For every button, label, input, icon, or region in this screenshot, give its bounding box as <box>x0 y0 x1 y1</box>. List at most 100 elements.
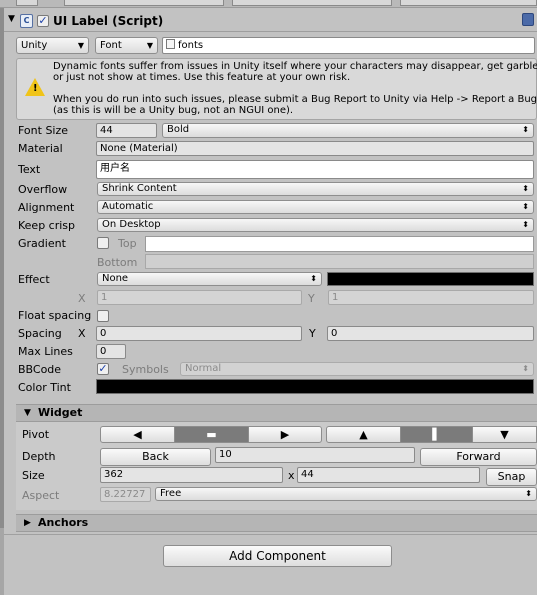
float-spacing-label: Float spacing <box>18 309 92 322</box>
snap-button[interactable]: Snap <box>486 468 537 486</box>
pivot-right-button[interactable]: ▶ <box>248 426 322 443</box>
alignment-popup[interactable]: Automatic ⬍ <box>97 200 534 214</box>
font-source-popup[interactable]: Unity ▼ <box>16 37 89 54</box>
keep-crisp-value: On Desktop <box>102 219 161 230</box>
chevron-updown-icon: ⬍ <box>522 220 529 229</box>
aspect-mode-value: Free <box>160 488 182 499</box>
material-label: Material <box>18 142 63 155</box>
effect-x-field[interactable]: 1 <box>97 290 302 305</box>
keep-crisp-label: Keep crisp <box>18 219 76 232</box>
aspect-field[interactable]: 8.22727 <box>100 487 151 502</box>
size-x-label: x <box>288 469 295 482</box>
font-type-value: Font <box>100 40 122 51</box>
depth-field[interactable]: 10 <box>215 447 415 463</box>
symbols-value: Normal <box>185 363 222 374</box>
arrow-left-icon: ◀ <box>133 428 142 441</box>
spacing-y-label: Y <box>309 327 316 340</box>
arrow-right-icon: ▶ <box>280 428 290 441</box>
top-strip-field-3[interactable] <box>232 0 392 6</box>
anchors-header-label: Anchors <box>38 516 89 529</box>
depth-back-button[interactable]: Back <box>100 448 211 466</box>
top-strip-field-2[interactable] <box>64 0 224 6</box>
symbols-popup[interactable]: Normal ⬍ <box>180 362 534 376</box>
font-style-value: Bold <box>167 124 190 135</box>
text-area[interactable]: 用户名 <box>96 160 534 179</box>
top-strip-field-1[interactable] <box>16 0 38 6</box>
font-source-value: Unity <box>21 40 48 51</box>
divider <box>4 534 537 535</box>
pivot-label: Pivot <box>22 428 50 441</box>
chevron-updown-icon: ⬍ <box>522 184 529 193</box>
gradient-top-color[interactable] <box>145 236 534 252</box>
effect-value: None <box>102 273 129 284</box>
component-title: UI Label (Script) <box>53 14 164 28</box>
warning-text-line2: or just not show at times. Use this feat… <box>53 72 351 83</box>
depth-forward-button[interactable]: Forward <box>420 448 537 466</box>
gradient-checkbox[interactable] <box>97 237 109 249</box>
gradient-bottom-color[interactable] <box>145 254 534 269</box>
effect-y-label: Y <box>308 292 315 305</box>
material-field[interactable]: None (Material) <box>96 141 534 156</box>
float-spacing-checkbox[interactable] <box>97 310 109 322</box>
pivot-center-h-button[interactable]: ▬ <box>174 426 249 443</box>
font-size-label: Font Size <box>18 124 69 137</box>
pivot-left-button[interactable]: ◀ <box>100 426 175 443</box>
font-style-popup[interactable]: Bold ⬍ <box>162 123 534 138</box>
aspect-label: Aspect <box>22 489 60 502</box>
font-type-popup[interactable]: Font ▼ <box>95 37 158 54</box>
widget-header-label: Widget <box>38 406 83 419</box>
left-scroll-thumb[interactable] <box>0 8 4 528</box>
effect-x-label: X <box>78 292 86 305</box>
add-component-button[interactable]: Add Component <box>163 545 392 567</box>
pivot-top-button[interactable]: ▲ <box>326 426 401 443</box>
chevron-down-icon: ▼ <box>77 41 84 50</box>
spacing-y-field[interactable]: 0 <box>327 326 534 341</box>
effect-color-field[interactable] <box>327 272 534 286</box>
help-book-icon[interactable] <box>522 13 534 26</box>
chevron-updown-icon: ⬍ <box>522 364 529 373</box>
size-label: Size <box>22 469 45 482</box>
overflow-popup[interactable]: Shrink Content ⬍ <box>97 182 534 196</box>
max-lines-label: Max Lines <box>18 345 73 358</box>
alignment-label: Alignment <box>18 201 75 214</box>
overflow-value: Shrink Content <box>102 183 177 194</box>
aspect-mode-popup[interactable]: Free ⬍ <box>155 487 537 501</box>
font-object-field[interactable]: fonts <box>162 37 535 54</box>
arrow-up-icon: ▲ <box>359 428 368 441</box>
text-label: Text <box>18 163 41 176</box>
gradient-top-label: Top <box>118 237 137 250</box>
top-strip-field-4[interactable] <box>400 0 537 6</box>
spacing-label: Spacing <box>18 327 62 340</box>
symbols-label: Symbols <box>122 363 169 376</box>
color-tint-field[interactable] <box>96 379 534 394</box>
pivot-bottom-button[interactable]: ▼ <box>472 426 537 443</box>
anchors-header[interactable] <box>16 514 537 532</box>
font-asset-icon <box>166 39 175 49</box>
chevron-updown-icon: ⬍ <box>525 489 532 498</box>
overflow-label: Overflow <box>18 183 68 196</box>
component-foldout-icon[interactable]: ▼ <box>8 14 15 24</box>
bbcode-checkbox[interactable]: ✓ <box>97 363 109 375</box>
size-width-field[interactable]: 362 <box>100 467 283 483</box>
warning-text-line4: (as this is will be a Unity bug, not an … <box>53 105 294 116</box>
chevron-updown-icon: ⬍ <box>522 202 529 211</box>
anchors-foldout-icon[interactable]: ▶ <box>24 516 31 530</box>
arrow-down-icon: ▼ <box>500 428 509 441</box>
widget-header[interactable] <box>16 404 537 422</box>
pivot-center-v-button[interactable]: ▌ <box>400 426 473 443</box>
effect-popup[interactable]: None ⬍ <box>97 272 322 286</box>
spacing-x-field[interactable]: 0 <box>96 326 302 341</box>
component-enabled-checkbox[interactable]: ✓ <box>37 15 49 27</box>
dash-icon: ▬ <box>206 428 217 441</box>
effect-y-field[interactable]: 1 <box>328 290 534 305</box>
spacing-x-label: X <box>78 327 86 340</box>
color-tint-label: Color Tint <box>18 381 71 394</box>
max-lines-field[interactable]: 0 <box>96 344 126 359</box>
bbcode-label: BBCode <box>18 363 62 376</box>
font-object-value: fonts <box>178 40 204 51</box>
keep-crisp-popup[interactable]: On Desktop ⬍ <box>97 218 534 232</box>
size-height-field[interactable]: 44 <box>297 467 480 483</box>
effect-label: Effect <box>18 273 50 286</box>
widget-foldout-icon[interactable]: ▼ <box>24 406 31 420</box>
font-size-field[interactable]: 44 <box>96 123 157 138</box>
